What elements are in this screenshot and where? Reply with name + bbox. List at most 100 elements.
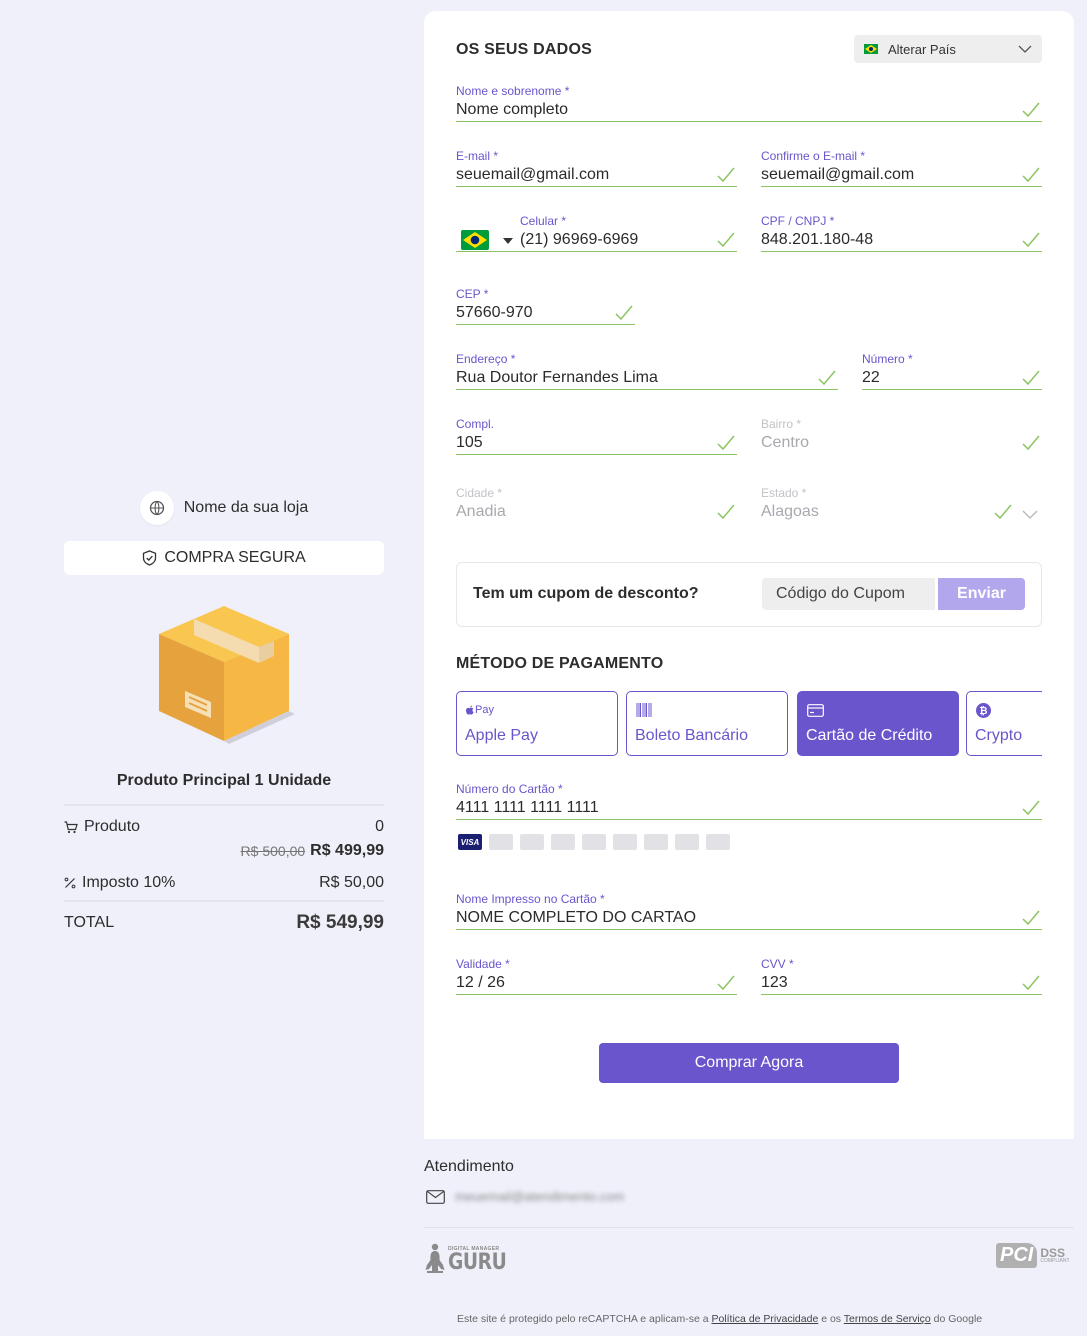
summary-divider bbox=[64, 804, 384, 806]
cpf-value: 848.201.180-48 bbox=[761, 231, 874, 248]
phone-value: (21) 96969-6969 bbox=[520, 231, 639, 248]
email-confirm-field[interactable]: Confirme o E-mail * seuemail@gmail.com bbox=[761, 149, 1042, 187]
card-number-label: Número do Cartão * bbox=[456, 782, 563, 796]
payment-tab-boleto[interactable]: Boleto Bancário bbox=[626, 691, 788, 756]
check-icon bbox=[1022, 370, 1040, 386]
neighborhood-field[interactable]: Bairro * Centro bbox=[761, 417, 1042, 455]
state-field[interactable]: Estado * Alagoas bbox=[761, 486, 1042, 524]
boleto-label: Boleto Bancário bbox=[635, 727, 748, 744]
product-row: Produto 0 bbox=[64, 818, 384, 836]
phone-label: Celular * bbox=[520, 214, 567, 228]
price-row: R$ 500,00 R$ 499,99 bbox=[64, 842, 384, 860]
total-value: R$ 549,99 bbox=[296, 912, 384, 933]
card-name-field[interactable]: Nome Impresso no Cartão * NOME COMPLETO … bbox=[456, 892, 1042, 930]
complement-field[interactable]: Compl. 105 bbox=[456, 417, 737, 455]
card-number-value: 4111 1111 1111 1111 bbox=[456, 799, 599, 816]
address-label: Endereço * bbox=[456, 352, 516, 366]
credit-card-icon bbox=[807, 702, 824, 718]
payment-method-tabs: Pay Apple Pay Boleto Bancário Cartão de … bbox=[456, 691, 1042, 757]
check-icon bbox=[717, 504, 735, 520]
cvv-field[interactable]: CVV * 123 bbox=[761, 957, 1042, 995]
check-icon bbox=[1022, 975, 1040, 991]
shield-check-icon bbox=[143, 550, 157, 566]
phone-field[interactable]: Celular * (21) 96969-6969 bbox=[456, 214, 737, 252]
card-number-field[interactable]: Número do Cartão * 4111 1111 1111 1111 bbox=[456, 782, 1042, 820]
check-icon bbox=[1022, 435, 1040, 451]
secure-purchase-badge: COMPRA SEGURA bbox=[64, 541, 384, 575]
svg-text:₿: ₿ bbox=[979, 705, 987, 717]
support-email[interactable]: meuemail@atendimento.com bbox=[426, 1189, 624, 1204]
legal-suffix: do Google bbox=[933, 1313, 983, 1325]
email-value: seuemail@gmail.com bbox=[456, 166, 610, 183]
terms-of-service-link[interactable]: Termos de Serviço bbox=[844, 1313, 931, 1325]
cep-field[interactable]: CEP * 57660-970 bbox=[456, 287, 635, 325]
store-logo-icon bbox=[139, 491, 174, 525]
summary-divider bbox=[64, 900, 384, 902]
cep-value: 57660-970 bbox=[456, 304, 533, 321]
check-icon bbox=[1022, 102, 1040, 118]
legal-notice: Este site é protegido pelo reCAPTCHA e a… bbox=[457, 1313, 982, 1325]
privacy-policy-link[interactable]: Política de Privacidade bbox=[711, 1313, 818, 1325]
check-icon bbox=[615, 305, 633, 321]
old-price: R$ 500,00 bbox=[240, 843, 306, 859]
cart-icon bbox=[64, 820, 78, 833]
discover-icon bbox=[582, 834, 606, 850]
coupon-box: Tem um cupom de desconto? Código do Cupo… bbox=[456, 562, 1042, 627]
percent-icon bbox=[64, 877, 76, 889]
payment-tab-crypto[interactable]: ₿ Crypto bbox=[966, 691, 1042, 756]
crypto-label: Crypto bbox=[975, 727, 1023, 744]
check-icon bbox=[717, 975, 735, 991]
support-title: Atendimento bbox=[424, 1158, 514, 1175]
full-name-value: Nome completo bbox=[456, 101, 569, 118]
mail-icon bbox=[426, 1189, 445, 1204]
cpf-field[interactable]: CPF / CNPJ * 848.201.180-48 bbox=[761, 214, 1042, 252]
change-country-button[interactable]: Alterar País bbox=[854, 35, 1042, 63]
check-icon bbox=[717, 435, 735, 451]
footer-divider bbox=[424, 1227, 1074, 1228]
support-email-value: meuemail@atendimento.com bbox=[455, 1189, 625, 1204]
address-value: Rua Doutor Fernandes Lima bbox=[456, 369, 658, 386]
validity-field[interactable]: Validade * 12 / 26 bbox=[456, 957, 737, 995]
legal-prefix: Este site é protegido pelo reCAPTCHA e a… bbox=[457, 1313, 709, 1325]
city-field[interactable]: Cidade * Anadia bbox=[456, 486, 737, 524]
address-field[interactable]: Endereço * Rua Doutor Fernandes Lima bbox=[456, 352, 838, 390]
caret-down-icon[interactable] bbox=[503, 238, 513, 244]
amex-icon bbox=[520, 834, 544, 850]
total-label: TOTAL bbox=[64, 914, 115, 931]
email-field[interactable]: E-mail * seuemail@gmail.com bbox=[456, 149, 737, 187]
store-name: Nome da sua loja bbox=[183, 499, 309, 516]
pci-badge: PCI bbox=[996, 1243, 1038, 1268]
aura-icon bbox=[706, 834, 730, 850]
pci-dss-logo: PCI DSS COMPLIANT bbox=[996, 1243, 1070, 1268]
chevron-down-icon bbox=[1018, 45, 1032, 53]
coupon-input[interactable]: Código do Cupom bbox=[762, 578, 935, 610]
tax-value: R$ 50,00 bbox=[319, 874, 384, 891]
change-country-label: Alterar País bbox=[888, 41, 956, 57]
credit-card-label: Cartão de Crédito bbox=[806, 727, 933, 744]
checkout-form-card: OS SEUS DADOS Alterar País Nome e sobren… bbox=[424, 11, 1074, 1139]
card-brands: VISA bbox=[458, 834, 730, 850]
check-icon bbox=[1022, 910, 1040, 926]
check-icon bbox=[1022, 800, 1040, 816]
barcode-icon bbox=[636, 702, 652, 718]
email-confirm-value: seuemail@gmail.com bbox=[761, 166, 915, 183]
check-icon bbox=[994, 504, 1012, 520]
email-confirm-label: Confirme o E-mail * bbox=[761, 149, 866, 163]
chevron-down-icon[interactable] bbox=[1022, 510, 1038, 519]
coupon-submit-button[interactable]: Enviar bbox=[938, 578, 1025, 610]
visa-icon: VISA bbox=[458, 834, 482, 850]
payment-tab-apple-pay[interactable]: Pay Apple Pay bbox=[456, 691, 618, 756]
payment-tab-credit-card[interactable]: Cartão de Crédito bbox=[797, 691, 959, 756]
check-icon bbox=[717, 232, 735, 248]
check-icon bbox=[1022, 167, 1040, 183]
legal-mid: e os bbox=[821, 1313, 842, 1325]
secure-purchase-label: COMPRA SEGURA bbox=[164, 549, 306, 566]
full-name-field[interactable]: Nome e sobrenome * Nome completo bbox=[456, 84, 1042, 122]
dss-subtext: COMPLIANT bbox=[1040, 1258, 1070, 1264]
check-icon bbox=[818, 370, 836, 386]
buy-now-button[interactable]: Comprar Agora bbox=[599, 1043, 899, 1083]
complement-value: 105 bbox=[456, 434, 483, 451]
number-field[interactable]: Número * 22 bbox=[862, 352, 1042, 390]
product-label: Produto bbox=[84, 818, 141, 835]
mastercard-icon bbox=[489, 834, 513, 850]
